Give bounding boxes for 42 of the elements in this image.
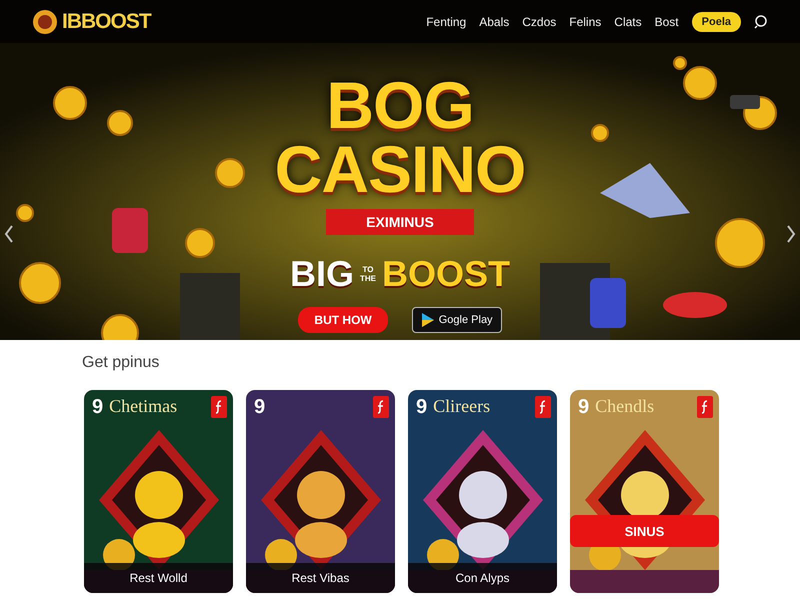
tagline-text: BOOST — [382, 253, 510, 295]
nav-link[interactable]: Abals — [479, 14, 510, 28]
card-button[interactable]: SINUS — [570, 515, 719, 547]
badge-icon — [535, 396, 551, 418]
logo[interactable]: IBBOOST — [62, 10, 151, 34]
card-title: Clireers — [433, 396, 492, 417]
game-card[interactable]: 9 Clireers Con Alyps — [408, 390, 557, 593]
tagline-text: BIG — [290, 253, 354, 295]
slide-indicator — [730, 95, 760, 109]
hero-title: BOG — [326, 73, 474, 137]
badge-icon — [697, 396, 713, 418]
game-card[interactable]: 9 Chetimas Rest Wolld — [84, 390, 233, 593]
tagline-small-text: TO THE — [359, 265, 377, 283]
badge-icon — [211, 396, 227, 418]
section-heading: Get ppinus — [82, 354, 160, 372]
cta-button[interactable]: Poela — [692, 12, 741, 32]
card-number: 9 — [92, 396, 104, 419]
badge-icon — [373, 396, 389, 418]
nav-link[interactable]: Czdos — [522, 14, 556, 28]
card-number: 9 — [578, 396, 590, 419]
ribbon-banner: EXIMINUS — [326, 209, 474, 235]
store-badge[interactable]: Gogle Play — [412, 307, 502, 333]
card-number: 9 — [254, 396, 266, 419]
card-label: Rest Wolld — [130, 571, 188, 585]
game-card[interactable]: 9 Rest Vibas — [246, 390, 395, 593]
nav-link[interactable]: Fenting — [426, 14, 466, 28]
chevron-right-icon[interactable] — [786, 225, 796, 243]
play-icon — [420, 312, 435, 328]
nav-link[interactable]: Bost — [654, 14, 679, 28]
card-number: 9 — [416, 396, 428, 419]
sun-icon — [32, 8, 58, 34]
nav-link[interactable]: Felins — [569, 14, 602, 28]
hero-title: CASINO — [274, 137, 526, 201]
card-label: Con Alyps — [455, 571, 510, 585]
hero-button[interactable]: BUT HOW — [298, 307, 388, 333]
card-label: Rest Vibas — [292, 571, 350, 585]
nav-link[interactable]: Clats — [614, 14, 642, 28]
search-icon[interactable] — [754, 14, 768, 28]
card-title: Chetimas — [109, 396, 178, 417]
card-title: Chendls — [595, 396, 656, 417]
chevron-left-icon[interactable] — [4, 225, 14, 243]
game-card[interactable]: 9 Chendls SINUS — [570, 390, 719, 593]
